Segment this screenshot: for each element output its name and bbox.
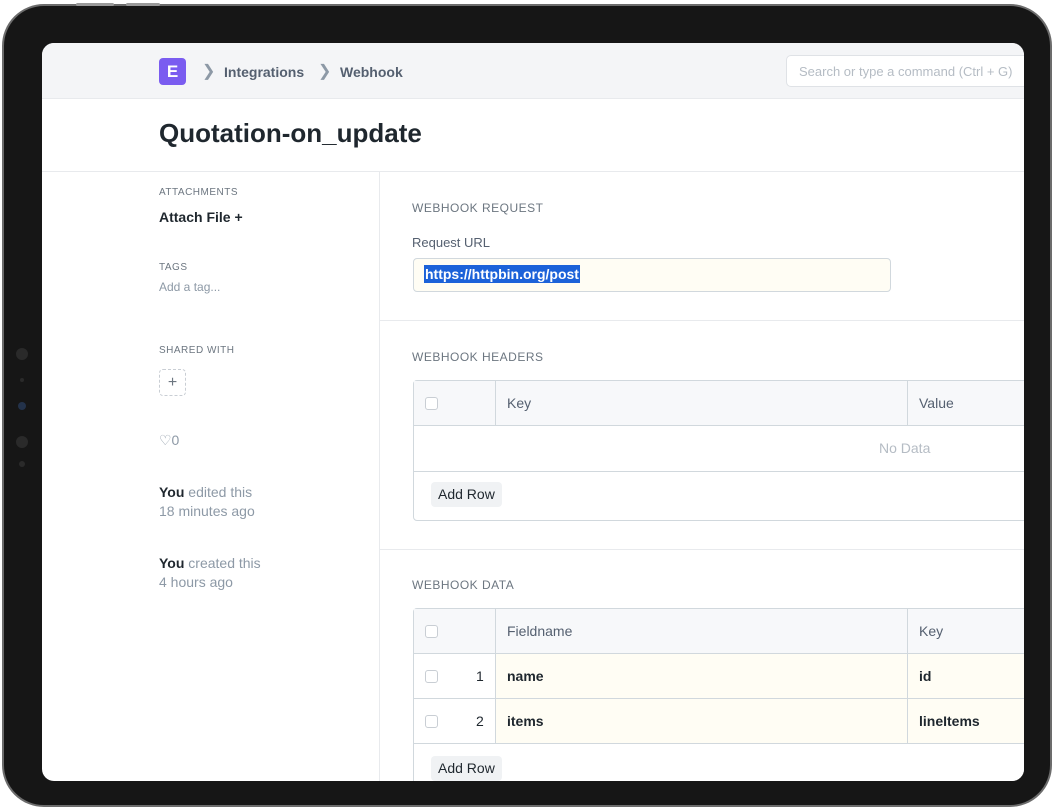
select-all-cell xyxy=(425,609,485,653)
fieldname-value: items xyxy=(507,713,544,729)
activity-action: created this xyxy=(184,555,261,571)
page-title: Quotation-on_update xyxy=(159,118,422,148)
empty-row: No Data xyxy=(414,426,1024,472)
request-url-field[interactable]: https://httpbin.org/post xyxy=(413,258,891,292)
webhook-request-label: WEBHOOK REQUEST xyxy=(412,201,544,215)
key-cell[interactable]: id xyxy=(908,654,1024,698)
like-count[interactable]: ♡0 xyxy=(159,432,179,449)
add-share-button[interactable]: + xyxy=(159,369,186,396)
app-logo[interactable]: E xyxy=(159,58,186,85)
activity-item: You created this 4 hours ago xyxy=(159,554,261,592)
breadcrumb-webhook[interactable]: Webhook xyxy=(340,64,403,80)
breadcrumb-integrations[interactable]: Integrations xyxy=(224,64,304,80)
navbar: E ❯ Integrations ❯ Webhook Search or typ… xyxy=(42,43,1024,99)
divider xyxy=(380,320,1024,321)
chevron-right-icon: ❯ xyxy=(318,63,332,80)
tags-label: TAGS xyxy=(159,262,188,273)
chevron-right-icon: ❯ xyxy=(202,63,216,80)
sensor-dot xyxy=(18,402,26,410)
key-value: id xyxy=(919,668,932,684)
sensor-dot xyxy=(16,436,28,448)
add-row-button[interactable]: Add Row xyxy=(431,482,502,507)
column-header-fieldname: Fieldname xyxy=(507,623,573,639)
device-button xyxy=(76,3,114,6)
table-row[interactable]: 1 name id xyxy=(414,654,1024,699)
shared-with-label: SHARED WITH xyxy=(159,345,235,356)
activity-time: 4 hours ago xyxy=(159,574,233,590)
column-header-key: Key xyxy=(507,395,532,411)
select-all-checkbox[interactable] xyxy=(425,396,438,410)
select-all-checkbox[interactable] xyxy=(425,624,438,638)
divider xyxy=(379,172,380,781)
activity-user: You xyxy=(159,555,185,571)
data-table: Fieldname Key 1 name id 2 items lineItem… xyxy=(413,608,1024,781)
row-index: 2 xyxy=(476,713,484,729)
add-tag-link[interactable]: Add a tag... xyxy=(159,280,220,294)
table-row[interactable]: 2 items lineItems xyxy=(414,699,1024,744)
select-all-cell xyxy=(425,381,485,425)
tablet-frame: E ❯ Integrations ❯ Webhook Search or typ… xyxy=(2,3,1052,807)
activity-user: You xyxy=(159,484,185,500)
webhook-headers-label: WEBHOOK HEADERS xyxy=(412,350,544,364)
add-row-button[interactable]: Add Row xyxy=(431,756,502,781)
row-checkbox[interactable] xyxy=(425,714,438,728)
search-input[interactable]: Search or type a command (Ctrl + G) xyxy=(786,55,1024,87)
webhook-data-label: WEBHOOK DATA xyxy=(412,578,515,592)
fieldname-cell[interactable]: name xyxy=(496,654,907,698)
divider xyxy=(42,171,1024,172)
activity-time: 18 minutes ago xyxy=(159,503,255,519)
column-header-key: Key xyxy=(919,623,944,639)
headers-table: Key Value No Data Add Row xyxy=(413,380,1024,521)
app-screen: E ❯ Integrations ❯ Webhook Search or typ… xyxy=(42,43,1024,781)
sensor-dot xyxy=(20,378,24,382)
column-divider xyxy=(907,381,908,425)
fieldname-value: name xyxy=(507,668,544,684)
table-header-row: Fieldname Key xyxy=(414,609,1024,654)
fieldname-cell[interactable]: items xyxy=(496,699,907,743)
request-url-label: Request URL xyxy=(412,235,491,250)
activity-item: You edited this 18 minutes ago xyxy=(159,483,255,521)
table-header-row: Key Value xyxy=(414,381,1024,426)
device-button xyxy=(126,3,160,6)
column-header-value: Value xyxy=(919,395,954,411)
request-url-value: https://httpbin.org/post xyxy=(424,265,580,283)
camera-dot xyxy=(16,348,28,360)
attachments-label: ATTACHMENTS xyxy=(159,187,239,198)
column-divider xyxy=(495,609,496,653)
key-cell[interactable]: lineItems xyxy=(908,699,1024,743)
divider xyxy=(380,549,1024,550)
row-index: 1 xyxy=(476,668,484,684)
sensor-dot xyxy=(19,461,25,467)
no-data-text: No Data xyxy=(879,440,931,456)
column-divider xyxy=(907,609,908,653)
attach-file-button[interactable]: Attach File + xyxy=(159,209,243,225)
activity-action: edited this xyxy=(184,484,253,500)
key-value: lineItems xyxy=(919,713,980,729)
row-checkbox[interactable] xyxy=(425,669,438,683)
column-divider xyxy=(495,381,496,425)
